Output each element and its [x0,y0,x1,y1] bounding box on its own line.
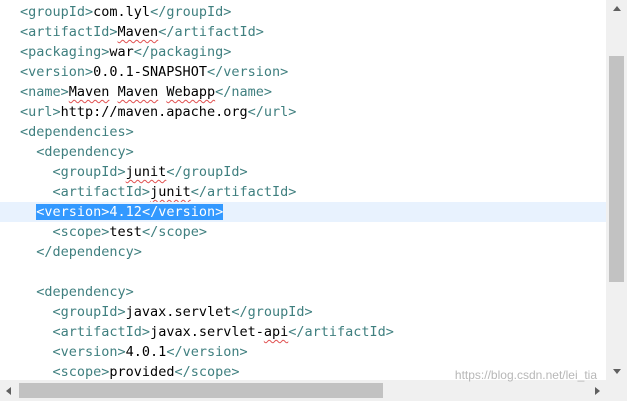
scroll-left-button[interactable] [0,380,17,401]
spell-flagged-word: api [263,324,289,340]
xml-tag: </url> [247,104,297,120]
xml-tag: </version> [166,344,248,360]
xml-text: 4.0.1 [125,344,167,360]
code-line[interactable]: <artifactId>javax.servlet-api</artifactI… [0,322,606,342]
spell-flagged-word: Maven [68,84,110,100]
xml-tag: <groupId> [20,4,94,20]
code-line[interactable]: </dependency> [0,242,606,262]
code-line[interactable]: <dependency> [0,142,606,162]
xml-tag: </artifactId> [158,24,264,40]
xml-text: 0.0.1-SNAPSHOT [93,64,207,80]
xml-tag: </groupId> [166,164,248,180]
xml-tag: </scope> [174,364,240,380]
spell-flagged-word: Webapp [166,84,216,100]
xml-text: javax.servlet [125,304,232,320]
scroll-left-icon [6,386,11,395]
scroll-down-icon [612,369,621,374]
xml-tag: </version> [206,64,289,80]
xml-tag: <name> [20,84,69,100]
vertical-scrollbar[interactable] [606,0,627,380]
xml-tag: </artifactId> [190,184,297,200]
code-line[interactable]: <packaging>war</packaging> [0,42,606,62]
scrollbar-corner [606,380,627,401]
xml-tag: </artifactId> [288,324,394,340]
xml-tag: <url> [20,104,61,120]
code-editor[interactable]: <groupId>com.lyl</groupId> <artifactId>Ma… [0,0,606,380]
xml-tag: </name> [215,84,273,100]
scroll-right-button[interactable] [589,380,606,401]
spell-flagged-word: junit [150,184,191,200]
xml-tag: </groupId> [150,4,232,20]
code-line[interactable]: <version>0.0.1-SNAPSHOT</version> [0,62,606,82]
xml-text [109,84,117,100]
xml-tag: <artifactId> [52,184,151,200]
xml-tag: <scope> [52,224,110,240]
xml-tag: <dependency> [36,284,134,300]
xml-tag: </scope> [141,224,207,240]
code-line[interactable] [0,262,606,282]
scroll-up-icon [612,6,621,11]
code-line[interactable]: <dependency> [0,282,606,302]
xml-tag: <dependencies> [20,124,134,140]
code-line[interactable]: <version>4.0.1</version> [0,342,606,362]
code-line[interactable]: <url>http://maven.apache.org</url> [0,102,606,122]
xml-text: test [109,224,142,240]
spell-flagged-word: Maven [117,84,159,100]
xml-tag: <version> [52,344,126,360]
xml-tag: <artifactId> [20,24,118,40]
spell-flagged-word: junit [125,164,167,180]
code-line[interactable]: <groupId>com.lyl</groupId> [0,2,606,22]
scroll-down-button[interactable] [606,363,627,380]
xml-tag: </packaging> [133,44,232,60]
xml-tag: </dependency> [36,244,142,260]
code-line[interactable]: <groupId>javax.servlet</groupId> [0,302,606,322]
scroll-up-button[interactable] [606,0,627,17]
xml-tag: <scope> [52,364,110,380]
xml-text: com.lyl [93,4,151,20]
spell-flagged-word: Maven [117,24,159,40]
xml-tag: </version> [141,204,224,220]
scroll-right-icon [595,386,600,395]
vertical-scroll-thumb[interactable] [609,56,624,282]
xml-tag: <groupId> [52,164,126,180]
xml-text: 4.12 [109,204,142,220]
code-line[interactable]: <groupId>junit</groupId> [0,162,606,182]
xml-tag: <packaging> [20,44,110,60]
xml-tag: <version> [20,64,94,80]
xml-text: war [109,44,134,60]
xml-tag: <groupId> [52,304,126,320]
xml-text: provided [109,364,175,380]
xml-tag: </groupId> [231,304,313,320]
xml-tag: <version> [36,204,110,220]
code-line[interactable]: <dependencies> [0,122,606,142]
code-line[interactable]: <name>Maven Maven Webapp</name> [0,82,606,102]
code-line[interactable]: <scope>test</scope> [0,222,606,242]
text-selection[interactable]: <version>4.12</version> [36,204,224,220]
watermark-text: https://blog.csdn.net/lei_tia [454,368,597,382]
code-line[interactable]: <artifactId>Maven</artifactId> [0,22,606,42]
horizontal-scrollbar[interactable] [0,380,606,401]
horizontal-scroll-thumb[interactable] [19,383,383,398]
code-line[interactable]: <version>4.12</version> [0,202,606,222]
xml-tag: <artifactId> [52,324,151,340]
code-line[interactable]: <artifactId>junit</artifactId> [0,182,606,202]
xml-tag: <dependency> [36,144,134,160]
xml-text: javax.servlet- [150,324,264,340]
xml-text: http://maven.apache.org [60,104,248,120]
